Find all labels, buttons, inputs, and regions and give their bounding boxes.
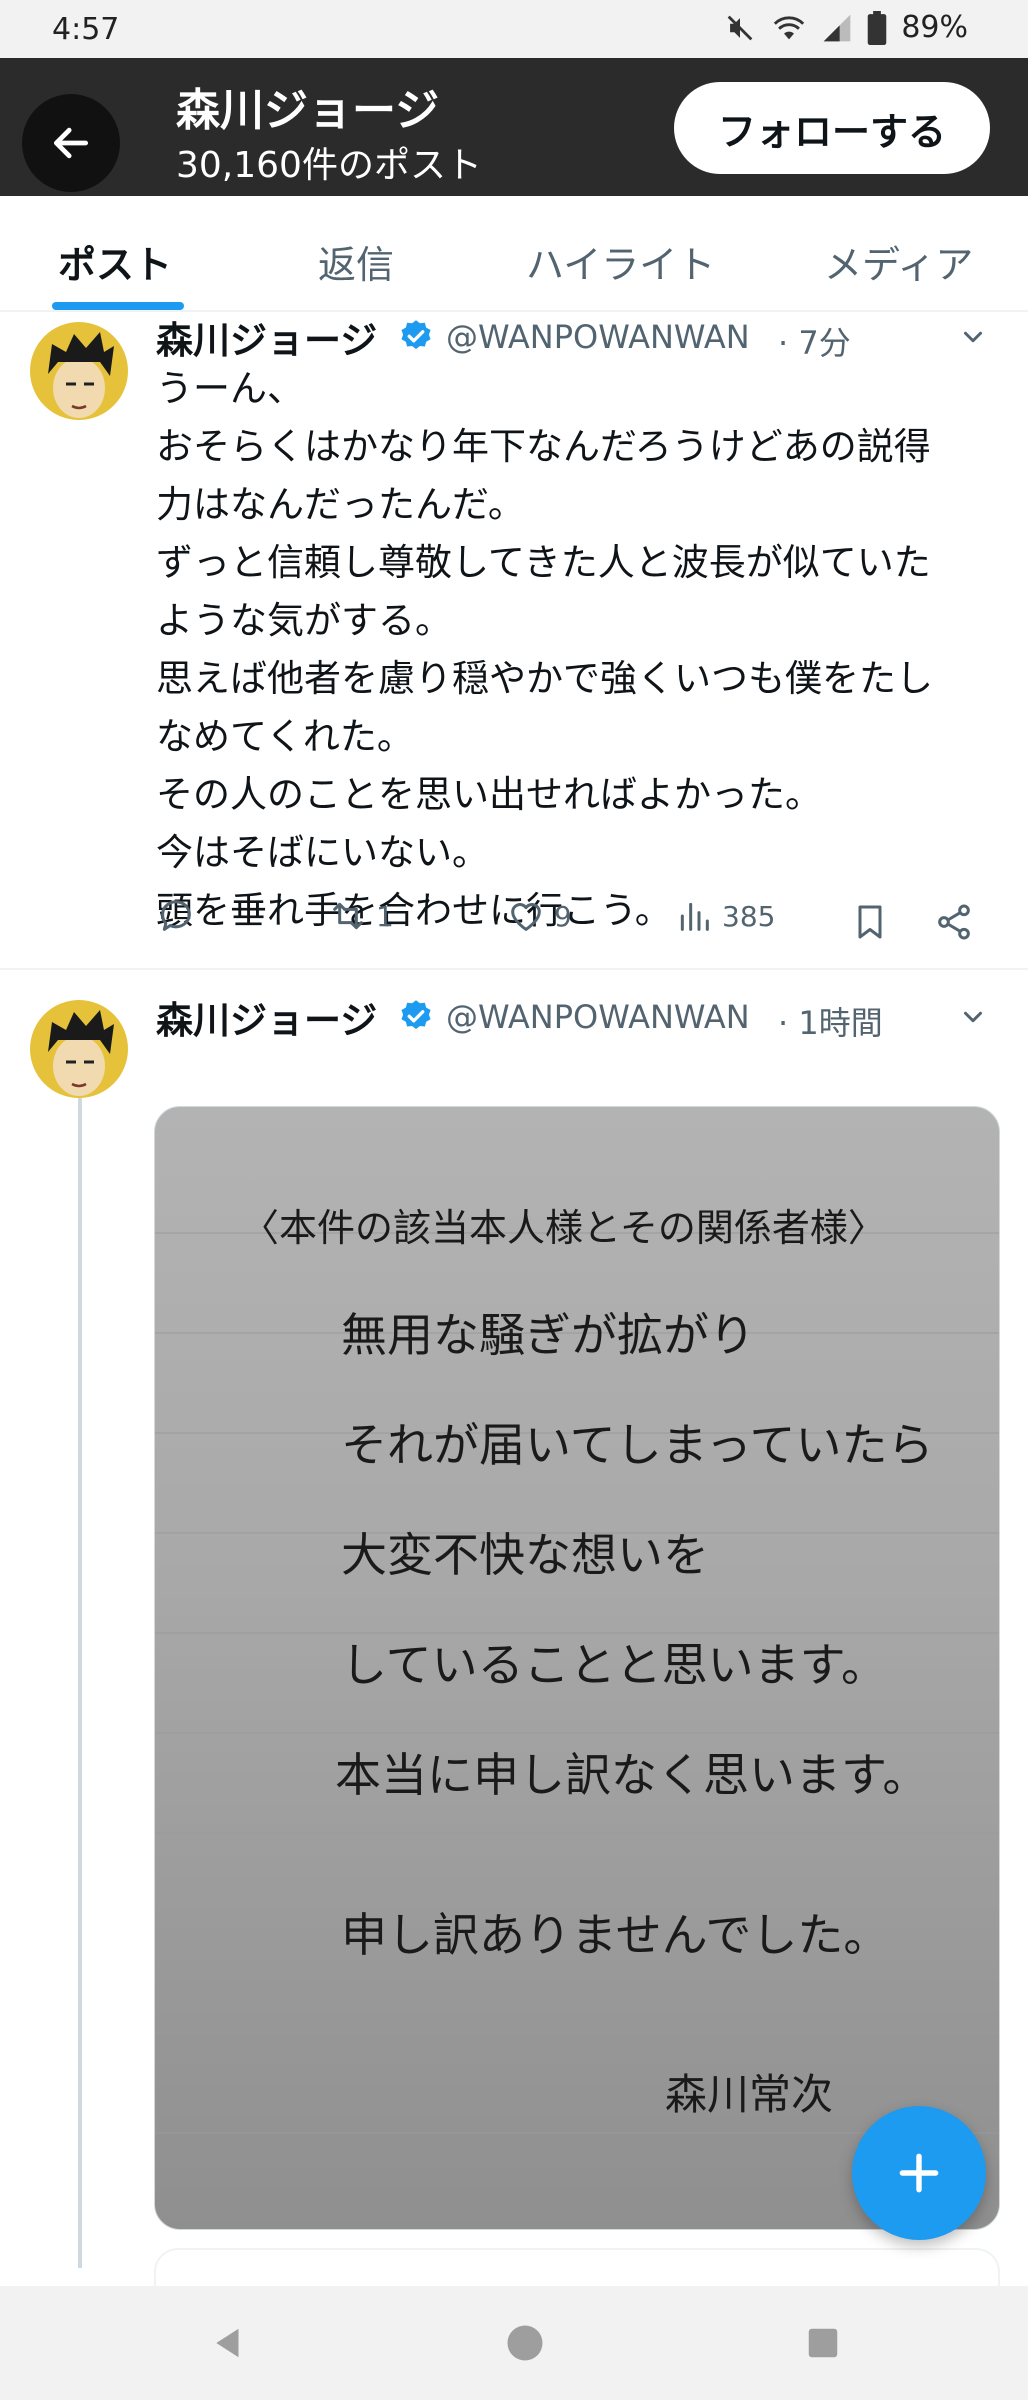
status-icons: 89%: [723, 10, 968, 45]
note-line-6: 本当に申し訳なく思います。: [335, 1748, 928, 1802]
tweet-handle[interactable]: @WANPOWANWAN: [446, 998, 750, 1036]
more-options-icon[interactable]: [958, 322, 988, 352]
tweet-divider: [0, 968, 1028, 970]
reply-icon: [161, 900, 191, 931]
home-circle-icon[interactable]: [504, 2322, 546, 2364]
status-time: 4:57: [52, 12, 120, 47]
verified-badge-icon: [401, 1000, 431, 1030]
note-line-7: 申し訳ありませんでした。: [341, 1908, 889, 1962]
tab-media[interactable]: メディア: [824, 234, 973, 289]
note-line-1: 〈本件の該当本人様とその関係者様〉: [241, 1206, 886, 1250]
handwritten-note-image: 〈本件の該当本人様とその関係者様〉 無用な騒ぎが拡がり それが届いてしまっていた…: [155, 1206, 999, 2134]
avatar-image: [30, 1000, 128, 1098]
tweet-author-name[interactable]: 森川ジョージ: [156, 990, 377, 1044]
tab-replies[interactable]: 返信: [318, 234, 394, 289]
like-button[interactable]: 9: [506, 896, 572, 936]
tab-posts[interactable]: ポスト: [58, 234, 172, 289]
note-line-3: それが届いてしまっていたら: [341, 1418, 933, 1472]
views-button[interactable]: 385: [674, 896, 775, 936]
repost-button[interactable]: 1: [328, 896, 394, 936]
status-bar: 4:57 89%: [0, 0, 1028, 58]
next-tweet-card-partial: [154, 2248, 1000, 2288]
repost-icon: [333, 902, 363, 930]
tweet-author-name[interactable]: 森川ジョージ: [156, 310, 377, 364]
profile-tabs: ポスト 返信 ハイライト メディア: [0, 196, 1028, 312]
tweet-time: · 1時間: [778, 1004, 883, 1042]
avatar[interactable]: [30, 1000, 128, 1098]
recents-square-icon[interactable]: [804, 2324, 842, 2362]
wifi-icon: [774, 15, 805, 39]
active-tab-indicator: [52, 302, 184, 310]
views-chart-icon: [680, 902, 709, 931]
back-triangle-icon[interactable]: [210, 2324, 248, 2362]
reply-button[interactable]: [156, 896, 204, 936]
compose-button[interactable]: [852, 2106, 986, 2240]
like-count: 9: [554, 899, 572, 933]
post-count: 30,160件のポスト: [176, 145, 482, 186]
plus-icon: [899, 2153, 939, 2193]
note-line-4: 大変不快な想いを: [341, 1528, 709, 1582]
mute-icon: [727, 15, 753, 40]
tweet-text: うーん、 おそらくはかなり年下なんだろうけどあの説得 力はなんだったんだ。 ずっ…: [156, 367, 933, 932]
battery-icon: [868, 10, 887, 45]
verified-badge-icon: [401, 320, 431, 350]
heart-icon: [511, 903, 541, 931]
avatar[interactable]: [30, 322, 128, 420]
share-icon[interactable]: [934, 902, 974, 942]
profile-header: 森川ジョージ 30,160件のポスト フォローする: [0, 58, 1028, 196]
tweet-image[interactable]: 〈本件の該当本人様とその関係者様〉 無用な騒ぎが拡がり それが届いてしまっていた…: [154, 1106, 1000, 2230]
battery-percent: 89%: [901, 10, 968, 45]
tweet-handle[interactable]: @WANPOWANWAN: [446, 318, 750, 356]
system-nav-bar: [0, 2286, 1028, 2400]
bookmark-icon[interactable]: [850, 902, 890, 942]
tweet-time: · 7分: [778, 324, 851, 362]
tab-highlights[interactable]: ハイライト: [526, 234, 715, 289]
thread-line: [78, 1098, 82, 2268]
more-options-icon[interactable]: [958, 1002, 988, 1032]
signal-icon: [823, 14, 851, 41]
back-button[interactable]: [22, 94, 120, 192]
note-signature: 森川常次: [665, 2070, 833, 2119]
profile-name: 森川ジョージ: [176, 85, 440, 136]
note-line-2: 無用な騒ぎが拡がり: [341, 1308, 755, 1362]
tweet-actions: 1 9 385: [156, 896, 988, 952]
repost-count: 1: [376, 899, 394, 933]
view-count: 385: [722, 899, 776, 933]
note-line-5: していることと思います。: [341, 1638, 887, 1692]
avatar-image: [30, 322, 128, 420]
arrow-left-icon: [53, 127, 89, 159]
follow-button[interactable]: フォローする: [674, 82, 990, 174]
